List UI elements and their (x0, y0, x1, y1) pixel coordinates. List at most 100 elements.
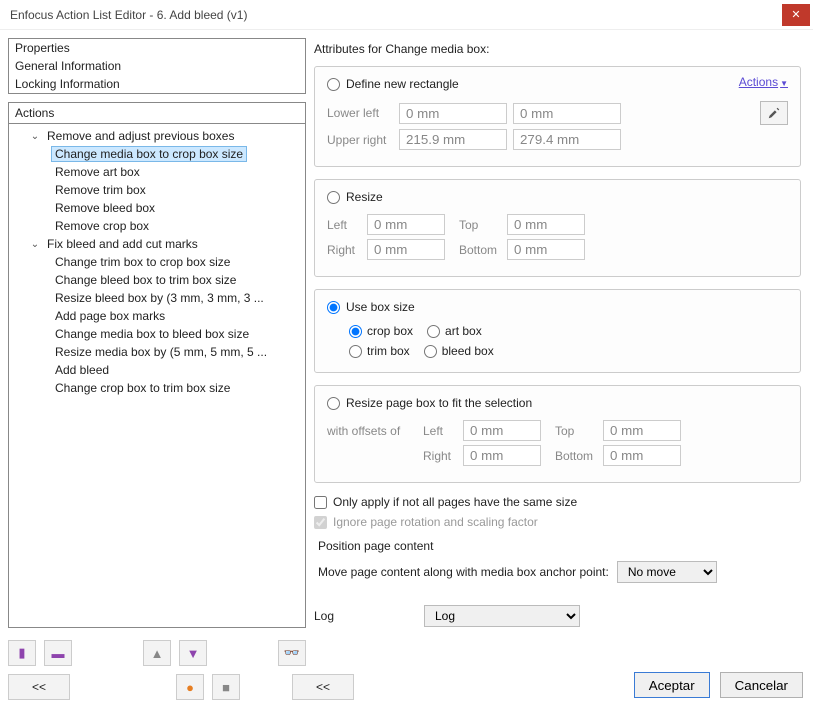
ok-button[interactable]: Aceptar (634, 672, 710, 698)
resize-right-input[interactable] (367, 239, 445, 260)
move-up-button[interactable]: ▲ (143, 640, 171, 666)
only-apply-label: Only apply if not all pages have the sam… (333, 495, 577, 509)
bleed-box-option[interactable]: bleed box (424, 344, 494, 358)
tool-button-1[interactable]: ▮ (8, 640, 36, 666)
lower-left-x-input[interactable] (399, 103, 507, 124)
tree-item[interactable]: Remove trim box (11, 181, 303, 199)
record-button[interactable]: ● (176, 674, 204, 700)
radio-label: Resize (346, 190, 383, 204)
move-content-label: Move page content along with media box a… (318, 565, 609, 579)
trim-box-radio[interactable] (349, 345, 362, 358)
minus-icon: ▬ (52, 646, 65, 661)
radio-label: Use box size (346, 300, 415, 314)
tree-item[interactable]: Change media box to crop box size (11, 145, 303, 163)
back-button-2[interactable]: << (292, 674, 354, 700)
resize-radio[interactable] (327, 191, 340, 204)
art-box-radio[interactable] (427, 325, 440, 338)
lower-left-y-input[interactable] (513, 103, 621, 124)
back-button-1[interactable]: << (8, 674, 70, 700)
only-apply-checkbox[interactable] (314, 496, 327, 509)
chevron-down-icon[interactable]: ⌄ (27, 131, 43, 142)
offset-bottom-input[interactable] (603, 445, 681, 466)
right-label: Right (423, 449, 463, 463)
tree-group[interactable]: ⌄ Remove and adjust previous boxes (11, 127, 303, 145)
crop-box-radio[interactable] (349, 325, 362, 338)
crop-box-option[interactable]: crop box (349, 324, 413, 338)
tree-item[interactable]: Change crop box to trim box size (11, 379, 303, 397)
actions-tree[interactable]: ⌄ Remove and adjust previous boxes Chang… (9, 124, 305, 627)
tree-group[interactable]: ⌄ Fix bleed and add cut marks (11, 235, 303, 253)
arrow-up-icon: ▲ (151, 646, 164, 661)
tree-item[interactable]: Remove bleed box (11, 199, 303, 217)
tree-item[interactable]: Add page box marks (11, 307, 303, 325)
ignore-rotation-checkbox (314, 516, 327, 529)
tree-item[interactable]: Change media box to bleed box size (11, 325, 303, 343)
panel-title: Attributes for Change media box: (314, 40, 801, 66)
offset-left-input[interactable] (463, 420, 541, 441)
square-icon: ■ (222, 680, 230, 695)
upper-right-label: Upper right (327, 133, 399, 147)
title-bar: Enfocus Action List Editor - 6. Add blee… (0, 0, 813, 30)
bottom-label: Bottom (555, 449, 603, 463)
with-offsets-label: with offsets of (327, 424, 423, 438)
tool-button-2[interactable]: ▬ (44, 640, 72, 666)
chevron-down-icon[interactable]: ⌄ (27, 239, 43, 250)
art-box-option[interactable]: art box (427, 324, 482, 338)
define-new-radio[interactable] (327, 78, 340, 91)
properties-item[interactable]: Locking Information (9, 75, 305, 93)
document-icon: ▮ (18, 645, 25, 661)
actions-header: Actions (9, 103, 305, 124)
eyedropper-button[interactable] (760, 101, 788, 125)
stop-button[interactable]: ■ (212, 674, 240, 700)
tree-item[interactable]: Change bleed box to trim box size (11, 271, 303, 289)
top-label: Top (555, 424, 603, 438)
move-down-button[interactable]: ▼ (179, 640, 207, 666)
resize-top-input[interactable] (507, 214, 585, 235)
tree-item[interactable]: Resize bleed box by (3 mm, 3 mm, 3 ... (11, 289, 303, 307)
close-icon: ✕ (791, 8, 800, 21)
position-title: Position page content (318, 539, 801, 553)
log-select[interactable]: Log (424, 605, 580, 627)
properties-list[interactable]: Properties General Information Locking I… (8, 38, 306, 94)
attributes-panel: Attributes for Change media box: Define … (314, 38, 805, 628)
offset-right-input[interactable] (463, 445, 541, 466)
radio-label: Resize page box to fit the selection (346, 396, 532, 410)
actions-tree-panel: Actions ⌄ Remove and adjust previous box… (8, 102, 306, 628)
left-label: Left (327, 218, 367, 232)
tree-item[interactable]: Add bleed (11, 361, 303, 379)
tree-item[interactable]: Change trim box to crop box size (11, 253, 303, 271)
radio-label: Define new rectangle (346, 77, 459, 91)
offset-top-input[interactable] (603, 420, 681, 441)
use-box-radio[interactable] (327, 301, 340, 314)
arrow-down-icon: ▼ (187, 646, 200, 661)
upper-right-x-input[interactable] (399, 129, 507, 150)
resize-bottom-input[interactable] (507, 239, 585, 260)
eyedropper-icon (767, 106, 781, 120)
resize-group: Resize Left Top Right Bottom (314, 179, 801, 277)
chevron-down-icon: ▼ (780, 79, 788, 88)
close-button[interactable]: ✕ (782, 4, 810, 26)
use-box-group: Use box size crop box art box trim box b… (314, 289, 801, 373)
properties-item[interactable]: Properties (9, 39, 305, 57)
upper-right-y-input[interactable] (513, 129, 621, 150)
bleed-box-radio[interactable] (424, 345, 437, 358)
cancel-button[interactable]: Cancelar (720, 672, 803, 698)
tree-item[interactable]: Remove crop box (11, 217, 303, 235)
actions-link[interactable]: Actions▼ (739, 75, 788, 89)
tool-button-preview[interactable]: 👓 (278, 640, 306, 666)
anchor-select[interactable]: No move (617, 561, 717, 583)
properties-item[interactable]: General Information (9, 57, 305, 75)
log-label: Log (314, 609, 424, 623)
tree-item[interactable]: Remove art box (11, 163, 303, 181)
resize-left-input[interactable] (367, 214, 445, 235)
window-title: Enfocus Action List Editor - 6. Add blee… (10, 8, 782, 22)
tree-item[interactable]: Resize media box by (5 mm, 5 mm, 5 ... (11, 343, 303, 361)
ignore-rotation-label: Ignore page rotation and scaling factor (333, 515, 538, 529)
circle-icon: ● (186, 680, 194, 695)
lower-left-label: Lower left (327, 106, 399, 120)
right-label: Right (327, 243, 367, 257)
define-rect-group: Define new rectangle Actions▼ Lower left… (314, 66, 801, 167)
resize-page-radio[interactable] (327, 397, 340, 410)
trim-box-option[interactable]: trim box (349, 344, 410, 358)
top-label: Top (459, 218, 507, 232)
